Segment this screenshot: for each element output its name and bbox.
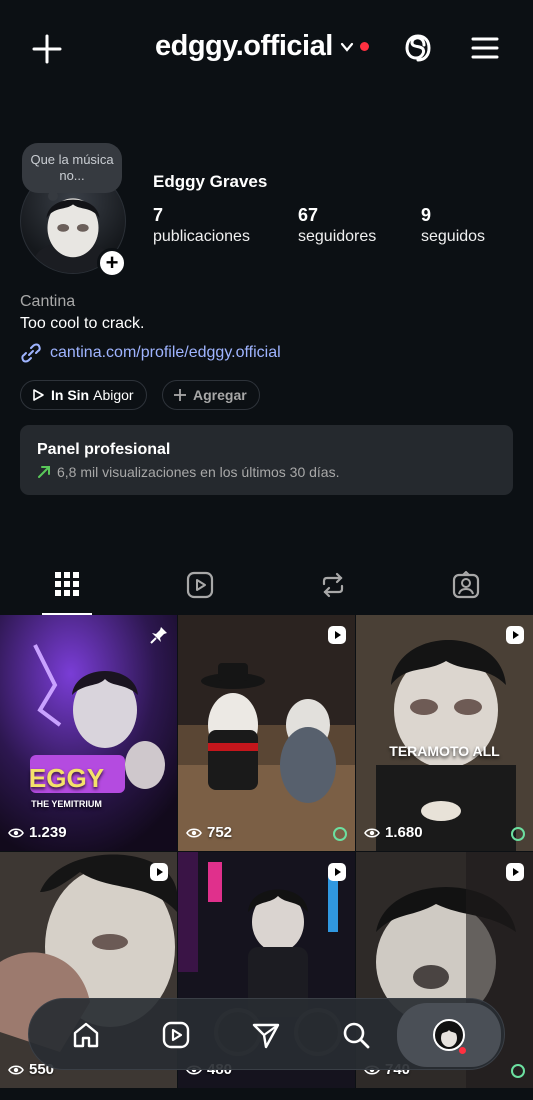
stat-label: seguidores (298, 228, 377, 245)
stat-value: 7 (153, 205, 164, 225)
stat-value: 9 (421, 205, 432, 225)
dashboard-title: Panel profesional (37, 441, 171, 458)
tab-reposts[interactable] (266, 565, 399, 615)
chevron-down-icon (340, 42, 353, 52)
notification-dot (359, 42, 369, 51)
post-tile-1[interactable]: EGGY THE YEMITRIUM 1.239 (0, 615, 177, 851)
nav-profile[interactable] (397, 1003, 501, 1067)
post-tile-2[interactable]: 752 (178, 615, 355, 851)
views-count: 752 (207, 824, 233, 841)
edit-icon (511, 827, 525, 841)
stat-followers[interactable]: 67 seguidores (298, 204, 376, 248)
music-artist: Abigor (93, 387, 134, 403)
stat-following[interactable]: 9 seguidos (421, 204, 485, 248)
post-thumbnail (356, 615, 533, 851)
post-tile-3[interactable]: TERAMOTO ALL 1.680 (356, 615, 533, 851)
music-chip[interactable]: In Sin Abigor (20, 380, 147, 410)
nav-direct[interactable] (221, 999, 311, 1071)
note-text: Que la música no... (30, 152, 114, 183)
dashboard-subtitle-text: 6,8 mil visualizaciones en los últimos 3… (57, 464, 340, 480)
post-overlay-title: EGGY (28, 763, 105, 793)
post-views: 1.680 (364, 824, 423, 841)
stat-label: seguidos (421, 228, 486, 245)
direct-icon (252, 1023, 280, 1049)
add-story-button[interactable]: + (97, 248, 127, 278)
home-icon (73, 1022, 99, 1048)
add-chip[interactable]: Agregar (162, 380, 260, 410)
nav-home[interactable] (41, 999, 131, 1071)
play-icon (33, 389, 44, 401)
pin-icon (150, 627, 167, 644)
plus-icon[interactable] (30, 32, 64, 66)
eye-icon (8, 1064, 24, 1075)
profile-avatar-icon (433, 1019, 465, 1051)
menu-icon[interactable] (470, 34, 500, 62)
tab-tagged[interactable] (399, 565, 532, 615)
reels-icon (186, 571, 213, 599)
reel-icon (328, 863, 346, 881)
username-title: edggy.official (155, 30, 333, 62)
reel-icon (506, 863, 524, 881)
profile-category: Cantina (20, 293, 76, 310)
tab-grid[interactable] (0, 565, 133, 615)
bottom-navigation (28, 998, 505, 1070)
tagged-icon (452, 571, 479, 599)
reel-icon (150, 863, 168, 881)
profile-note-bubble[interactable]: Que la música no... (22, 143, 122, 201)
profile-bio: Too cool to crack. (20, 315, 145, 332)
views-count: 1.680 (385, 824, 423, 841)
reel-icon (506, 626, 524, 644)
edit-icon (333, 827, 347, 841)
top-bar: edggy.official (0, 0, 533, 100)
repost-icon (322, 572, 343, 598)
trend-up-icon (38, 466, 50, 478)
post-views: 752 (186, 824, 232, 841)
stat-label: publicaciones (153, 228, 250, 245)
nav-search[interactable] (311, 999, 401, 1071)
search-icon (343, 1022, 370, 1049)
post-overlay-title: TERAMOTO ALL (389, 743, 500, 759)
post-thumbnail (178, 615, 355, 851)
professional-dashboard[interactable]: Panel profesional 6,8 mil visualizacione… (20, 425, 513, 495)
dashboard-subtitle: 6,8 mil visualizaciones en los últimos 3… (37, 464, 496, 480)
views-count: 1.239 (29, 824, 67, 841)
reels-icon (162, 1021, 190, 1049)
post-views: 1.239 (8, 824, 67, 841)
notification-dot (459, 1047, 466, 1054)
threads-icon[interactable] (402, 31, 434, 65)
profile-tabs (0, 565, 533, 615)
link-text: cantina.com/profile/edggy.official (50, 344, 281, 361)
nav-reels[interactable] (131, 999, 221, 1071)
stat-value: 67 (298, 205, 319, 225)
post-thumbnail (0, 615, 177, 851)
reel-icon (328, 626, 346, 644)
post-overlay-subtitle: THE YEMITRIUM (31, 799, 102, 809)
grid-icon (54, 572, 79, 596)
eye-icon (8, 827, 24, 838)
profile-link[interactable]: cantina.com/profile/edggy.official (20, 342, 281, 364)
link-icon (21, 343, 41, 363)
eye-icon (186, 827, 202, 838)
plus-icon (174, 389, 186, 401)
account-switcher[interactable]: edggy.official (155, 30, 369, 63)
display-name: Edggy Graves (153, 172, 268, 191)
tab-reels[interactable] (133, 565, 266, 615)
eye-icon (364, 827, 380, 838)
edit-icon (511, 1064, 525, 1078)
music-title: In Sin (51, 387, 90, 403)
add-chip-label: Agregar (193, 387, 247, 403)
stat-posts[interactable]: 7 publicaciones (153, 204, 250, 248)
